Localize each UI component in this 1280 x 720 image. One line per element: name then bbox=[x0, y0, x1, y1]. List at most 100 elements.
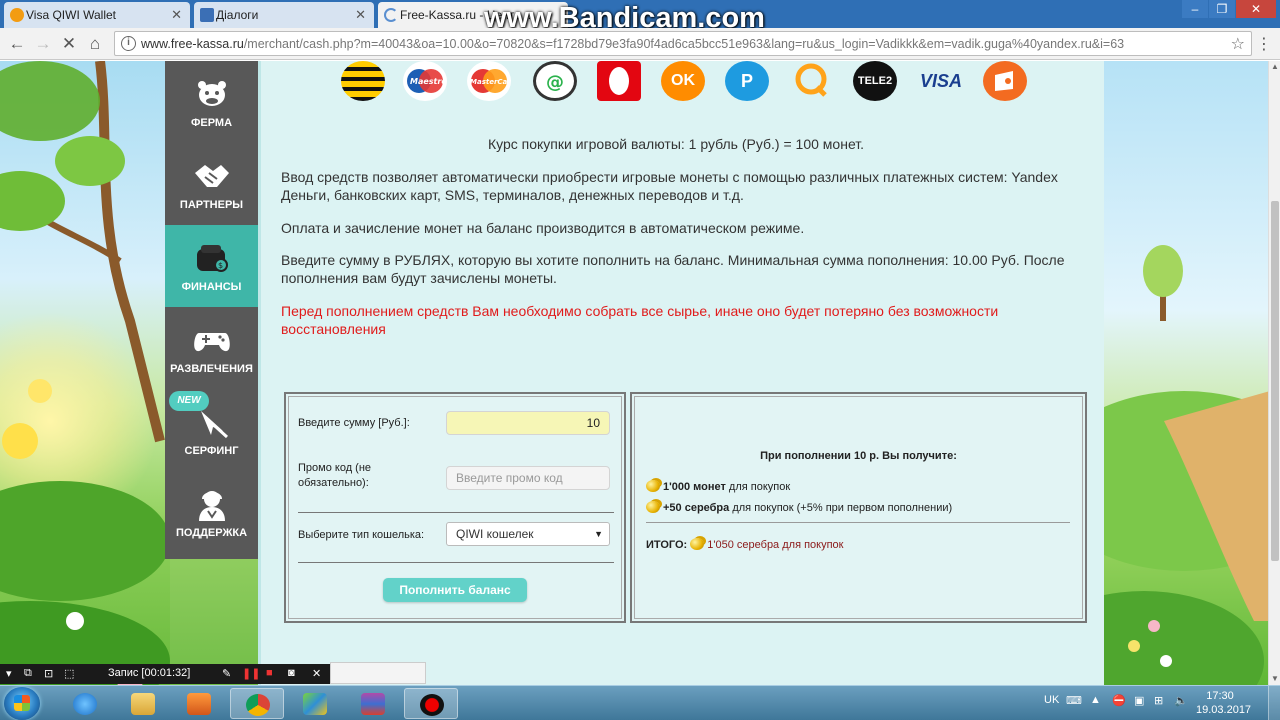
sidebar-item-label: РАЗВЛЕЧЕНИЯ bbox=[170, 363, 253, 375]
clock[interactable]: 17:30 19.03.2017 bbox=[1196, 689, 1251, 717]
topup-summary: При пополнении 10 р. Вы получите: 1'000 … bbox=[630, 392, 1087, 623]
window-icon[interactable]: ⧉ bbox=[24, 667, 32, 680]
topup-balance-button[interactable]: Пополнить баланс bbox=[383, 578, 527, 602]
amount-label: Введите сумму [Руб.]: bbox=[298, 417, 410, 429]
bookmark-star-icon[interactable]: ☆ bbox=[1231, 34, 1245, 54]
visa-icon: VISA bbox=[919, 71, 962, 91]
windows-taskbar: UK ⌨ ▲ ⛔ ▣ ⊞ 🔈 17:30 19.03.2017 bbox=[0, 685, 1280, 720]
chevron-down-icon: ▼ bbox=[594, 529, 603, 539]
maestro-icon: Maestro bbox=[403, 61, 447, 101]
taskbar-chrome[interactable] bbox=[230, 688, 284, 719]
handshake-icon bbox=[195, 165, 229, 187]
menu-icon[interactable]: ⋮ bbox=[1256, 34, 1272, 54]
fullscreen-icon[interactable]: ⊡ bbox=[44, 667, 53, 680]
close-icon[interactable]: ✕ bbox=[312, 667, 321, 680]
keyboard-icon[interactable]: ⌨ bbox=[1066, 694, 1082, 707]
stop-record-icon[interactable]: ■ bbox=[266, 667, 273, 679]
stop-icon[interactable]: ✕ bbox=[58, 33, 80, 55]
taskbar-bandicam[interactable] bbox=[404, 688, 458, 719]
winrar-icon bbox=[361, 693, 385, 715]
show-desktop-button[interactable] bbox=[1268, 686, 1280, 720]
svg-text:@: @ bbox=[546, 72, 564, 93]
close-icon[interactable]: ✕ bbox=[355, 7, 366, 23]
pause-icon[interactable]: ❚❚ bbox=[242, 667, 260, 680]
media-player-icon bbox=[187, 693, 211, 715]
taskbar-explorer[interactable] bbox=[116, 688, 170, 719]
taskbar-media-player[interactable] bbox=[172, 688, 226, 719]
mastercard-icon: MasterCard bbox=[467, 61, 517, 101]
ok-icon: OK bbox=[661, 61, 705, 101]
tele2-icon: TELE2 bbox=[853, 61, 897, 101]
scroll-down-icon[interactable]: ▼ bbox=[1269, 673, 1280, 685]
total-label: ИТОГО: bbox=[646, 539, 688, 551]
promo-label: Промо код (не обязательно): bbox=[298, 462, 372, 489]
tab-title: Діалоги bbox=[216, 8, 259, 22]
sidebar-item-partners[interactable]: ПАРТНЕРЫ bbox=[165, 143, 258, 225]
svg-text:$: $ bbox=[218, 261, 223, 270]
clock-time: 17:30 bbox=[1206, 690, 1234, 702]
taskbar-winrar[interactable] bbox=[346, 688, 400, 719]
sidebar-item-finance[interactable]: $ ФИНАНСЫ bbox=[165, 225, 267, 307]
summary-title: При пополнении 10 р. Вы получите: bbox=[760, 450, 957, 462]
info-icon[interactable]: i bbox=[121, 36, 136, 51]
total-value: 1'050 серебра для покупок bbox=[707, 539, 844, 551]
scroll-up-icon[interactable]: ▲ bbox=[1269, 61, 1280, 73]
yandex-money-icon bbox=[983, 61, 1027, 101]
sidebar-item-farm[interactable]: ФЕРМА bbox=[165, 61, 258, 143]
svg-text:Maestro: Maestro bbox=[410, 77, 447, 86]
close-window-icon[interactable]: ✕ bbox=[1236, 0, 1276, 18]
coins-suffix: для покупок bbox=[728, 481, 791, 493]
beeline-icon bbox=[341, 61, 385, 101]
region-icon[interactable]: ⬚ bbox=[64, 667, 74, 680]
scrollbar-thumb[interactable] bbox=[1271, 201, 1279, 561]
home-icon[interactable]: ⌂ bbox=[84, 33, 106, 55]
bluestacks-icon bbox=[303, 693, 327, 715]
sidebar-item-label: ФЕРМА bbox=[190, 117, 233, 129]
sidebar-item-surfing[interactable]: NEW СЕРФИНГ bbox=[165, 389, 258, 471]
qiwi-favicon bbox=[10, 8, 24, 22]
restore-icon[interactable]: ❐ bbox=[1209, 0, 1235, 18]
taskbar-ie[interactable] bbox=[58, 688, 112, 719]
page-viewport: ФЕРМА ПАРТНЕРЫ $ ФИНАНСЫ РАЗВЛЕЧЕНИЯ NEW… bbox=[0, 61, 1280, 685]
tab-qiwi-wallet[interactable]: Visa QIWI Wallet ✕ bbox=[4, 2, 190, 28]
qiwi-icon bbox=[789, 61, 833, 101]
show-hidden-icons[interactable]: ▲ bbox=[1090, 694, 1101, 706]
chrome-icon bbox=[246, 694, 270, 716]
page-scrollbar[interactable]: ▲ ▼ bbox=[1268, 61, 1280, 685]
back-icon[interactable]: ← bbox=[6, 33, 28, 55]
coins-amount: 1'000 монет bbox=[663, 481, 726, 493]
silver-suffix: для покупок (+5% при первом пополнении) bbox=[732, 502, 953, 514]
connection-icon[interactable]: ⊞ bbox=[1154, 694, 1163, 707]
support-operator-icon bbox=[199, 491, 225, 521]
address-bar[interactable]: i www.free-kassa.ru/merchant/cash.php?m=… bbox=[114, 31, 1252, 56]
camera-icon[interactable]: ◙ bbox=[288, 667, 295, 679]
sidebar-item-label: СЕРФИНГ bbox=[184, 445, 239, 457]
start-button[interactable] bbox=[4, 687, 40, 720]
main-content: Maestro MasterCard @ OK P TELE2 VISA Кур… bbox=[258, 61, 1104, 685]
amount-input[interactable]: 10 bbox=[446, 411, 610, 435]
promo-input[interactable]: Введите промо код bbox=[446, 466, 610, 490]
close-icon[interactable]: ✕ bbox=[171, 7, 182, 23]
url-text[interactable]: www.free-kassa.ru/merchant/cash.php?m=40… bbox=[141, 37, 1211, 51]
dialogs-favicon bbox=[200, 8, 214, 22]
language-indicator[interactable]: UK bbox=[1044, 694, 1059, 706]
minimize-icon[interactable]: – bbox=[1182, 0, 1208, 18]
cow-icon bbox=[198, 81, 226, 106]
pencil-icon[interactable]: ✎ bbox=[222, 667, 231, 680]
volume-icon[interactable]: 🔈 bbox=[1174, 694, 1188, 707]
forward-icon[interactable]: → bbox=[32, 33, 54, 55]
monitor-icon[interactable]: ▣ bbox=[1134, 694, 1144, 707]
wallet-type-label: Выберите тип кошелька: bbox=[298, 529, 425, 541]
form-divider bbox=[298, 512, 614, 513]
wallet-type-select[interactable]: QIWI кошелек ▼ bbox=[446, 522, 610, 546]
sidebar-item-support[interactable]: ПОДДЕРЖКА bbox=[165, 471, 258, 553]
gamepad-icon bbox=[194, 333, 230, 352]
internet-explorer-icon bbox=[73, 693, 97, 715]
taskbar-bluestacks[interactable] bbox=[288, 688, 342, 719]
tab-dialogs[interactable]: Діалоги ✕ bbox=[194, 2, 374, 28]
sidebar-item-entertainment[interactable]: РАЗВЛЕЧЕНИЯ bbox=[165, 307, 258, 389]
chevron-down-icon[interactable]: ▾ bbox=[6, 667, 12, 680]
info-paragraph-3: Введите сумму в РУБЛЯХ, которую вы хотит… bbox=[281, 252, 1065, 286]
network-icon[interactable]: ⛔ bbox=[1112, 694, 1126, 707]
tree-illustration bbox=[0, 61, 170, 685]
